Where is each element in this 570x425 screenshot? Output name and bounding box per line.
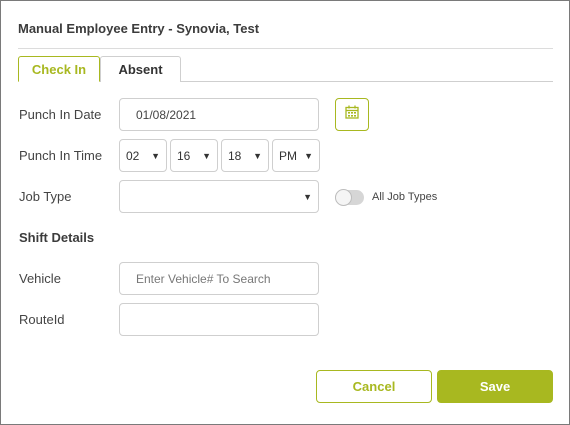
all-job-types-toggle[interactable] [335,189,364,206]
cancel-button[interactable]: Cancel [316,370,432,403]
punch-in-date-input[interactable]: 01/08/2021 [119,98,319,131]
punch-in-time-label: Punch In Time [19,148,103,163]
job-type-select[interactable]: ▼ [119,180,319,213]
chevron-down-icon: ▼ [303,192,312,202]
tab-absent[interactable]: Absent [100,56,181,82]
toggle-knob [335,189,352,206]
dialog-title: Manual Employee Entry - Synovia, Test [18,21,260,36]
punch-in-date-value: 01/08/2021 [136,107,197,122]
chevron-down-icon: ▼ [151,151,160,161]
minute-value: 16 [177,148,191,163]
title-divider [18,48,553,49]
chevron-down-icon: ▼ [304,151,313,161]
route-id-input[interactable] [119,303,319,336]
chevron-down-icon: ▼ [253,151,262,161]
manual-entry-dialog: Manual Employee Entry - Synovia, Test Ch… [0,0,570,425]
second-select[interactable]: 18 ▼ [221,139,269,172]
vehicle-placeholder: Enter Vehicle# To Search [136,271,271,286]
calendar-icon [345,105,359,124]
all-job-types-label: All Job Types [372,191,438,203]
chevron-down-icon: ▼ [202,151,211,161]
vehicle-label: Vehicle [19,271,61,286]
meridiem-select[interactable]: PM ▼ [272,139,320,172]
hour-value: 02 [126,148,140,163]
punch-in-date-label: Punch In Date [19,107,102,122]
second-value: 18 [228,148,242,163]
meridiem-value: PM [279,148,297,163]
minute-select[interactable]: 16 ▼ [170,139,218,172]
tab-check-in[interactable]: Check In [18,56,100,82]
vehicle-search-input[interactable]: Enter Vehicle# To Search [119,262,319,295]
job-type-label: Job Type [19,189,72,204]
route-id-label: RouteId [19,312,65,327]
shift-details-heading: Shift Details [19,230,95,245]
calendar-button[interactable] [335,98,369,131]
save-button[interactable]: Save [437,370,553,403]
hour-select[interactable]: 02 ▼ [119,139,167,172]
